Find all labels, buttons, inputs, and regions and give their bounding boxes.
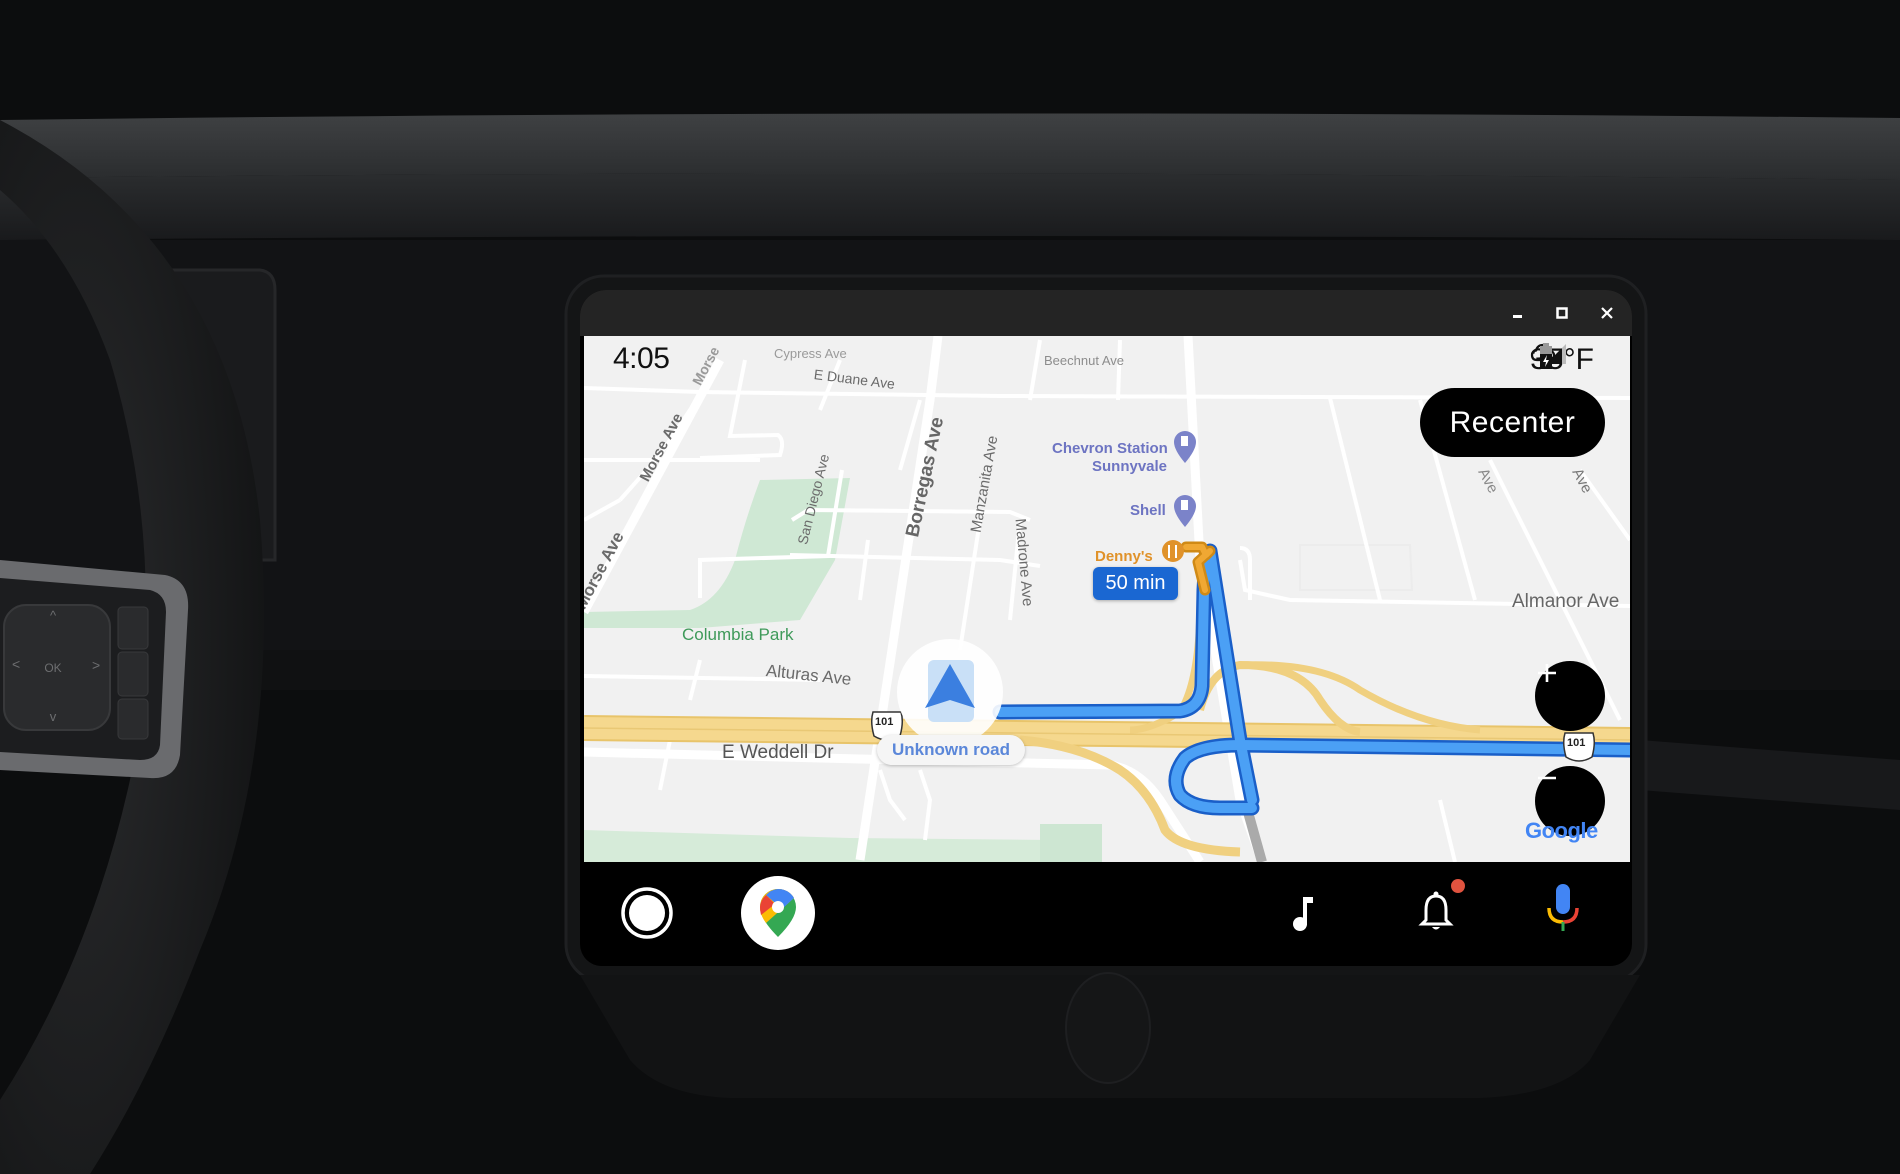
poi-label-shell[interactable]: Shell (1130, 502, 1166, 519)
dennys-restaurant-pin-icon (1162, 540, 1184, 562)
assistant-mic-button[interactable] (1538, 880, 1588, 940)
media-button[interactable] (1280, 889, 1328, 937)
highway-shield-label-left: 101 (875, 716, 894, 728)
svg-text:^: ^ (50, 608, 57, 623)
home-button[interactable] (620, 886, 674, 940)
google-maps-app-button[interactable] (741, 876, 815, 950)
minimize-icon (1513, 315, 1522, 318)
svg-text:>: > (92, 657, 100, 673)
battery-charging-icon (1540, 343, 1553, 369)
maximize-icon (1556, 307, 1568, 319)
steering-voice-button (117, 606, 149, 650)
notification-badge (1451, 879, 1465, 893)
window-title-bar (580, 290, 1632, 336)
street-label-e-weddell: E Weddell Dr (722, 742, 834, 763)
place-label-columbia-park: Columbia Park (682, 625, 794, 644)
close-button[interactable] (1594, 300, 1620, 326)
plus-icon (1538, 664, 1556, 682)
svg-text:v: v (50, 709, 57, 724)
zoom-in-button[interactable] (1535, 661, 1605, 731)
recenter-button[interactable]: Recenter (1420, 388, 1605, 457)
google-maps-icon (760, 888, 796, 937)
minus-icon (1538, 776, 1556, 780)
street-label-cypress: Cypress Ave (774, 346, 847, 361)
continuing-road (1243, 810, 1267, 862)
bell-icon (1418, 891, 1454, 930)
shell-gas-pin-icon (1174, 495, 1196, 527)
android-auto-window: Cypress Ave E Duane Ave Beechnut Ave Mor… (580, 290, 1632, 966)
minimize-button[interactable] (1505, 300, 1531, 326)
steering-phone-button (117, 651, 149, 697)
status-indicators: 35°F (1530, 342, 1594, 378)
eta-badge: 50 min (1093, 567, 1178, 600)
current-location-puck (897, 639, 1003, 745)
poi-label-chevron-line2[interactable]: Sunnyvale (1092, 458, 1167, 475)
close-icon (1601, 307, 1613, 319)
street-label-almanor: Almanor Ave (1512, 591, 1620, 612)
current-road-label: Unknown road (877, 735, 1025, 765)
home-circle-icon (621, 887, 673, 939)
poi-label-chevron-line1[interactable]: Chevron Station (1052, 440, 1168, 457)
clock: 4:05 (613, 342, 670, 375)
maximize-button[interactable] (1549, 300, 1575, 326)
microphone-icon (1547, 884, 1579, 931)
navigation-map[interactable]: Cypress Ave E Duane Ave Beechnut Ave Mor… (584, 336, 1630, 862)
music-note-icon (1293, 897, 1313, 931)
dashboard-top-band (0, 113, 1900, 180)
steering-ok-label: OK (44, 661, 61, 675)
dashboard-mid-band (0, 173, 1900, 240)
steering-media-button (117, 698, 149, 740)
android-auto-rail (584, 862, 1630, 966)
poi-label-dennys[interactable]: Denny's (1095, 548, 1153, 565)
notifications-button[interactable] (1411, 879, 1465, 937)
google-logo: Google (1525, 818, 1598, 843)
console-knob (1065, 972, 1151, 1084)
google-attribution: Google (1525, 818, 1598, 844)
street-label-beechnut: Beechnut Ave (1044, 353, 1124, 368)
park-area-south (584, 830, 1050, 862)
svg-text:<: < (12, 656, 20, 672)
highway-shield-label-right: 101 (1567, 737, 1586, 749)
